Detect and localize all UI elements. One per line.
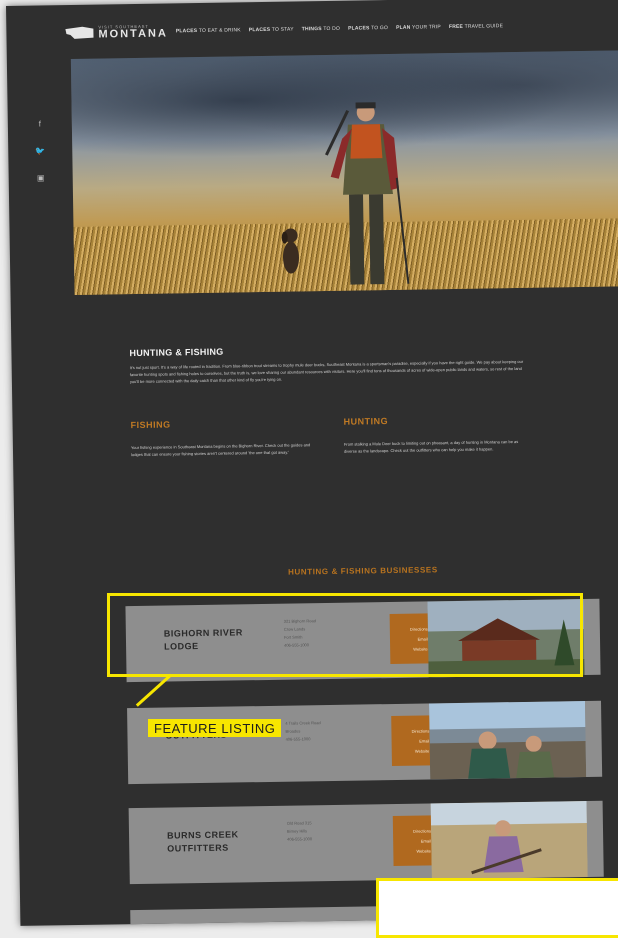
- menu-item-travel-guide[interactable]: FREE TRAVEL GUIDE: [449, 23, 503, 30]
- listing-card[interactable]: BURNS CREEK OUTFITTERS Old Road 315 Birney…: [128, 800, 604, 885]
- feature-listing-label: FEATURE LISTING: [148, 719, 282, 737]
- dog-figure: [281, 228, 299, 274]
- montana-map-icon: [64, 26, 94, 40]
- instagram-icon[interactable]: ▣: [36, 173, 46, 182]
- listing-address: Old Road 315 Birney Hills 406-555-1000: [286, 820, 313, 842]
- next-highlight-box: [376, 878, 618, 938]
- main-menu: PLACES TO EAT & DRINK PLACES TO STAY THI…: [176, 23, 503, 34]
- feature-listing-highlight: [107, 593, 583, 677]
- menu-item-things-to-do[interactable]: THINGS TO DO: [302, 26, 340, 33]
- menu-item-places-to-go[interactable]: PLACES TO GO: [348, 25, 388, 32]
- fishing-heading: FISHING: [130, 419, 171, 431]
- facebook-icon[interactable]: f: [35, 119, 45, 128]
- site-header: VISIT SOUTHEAST MONTANA PLACES TO EAT & …: [64, 10, 618, 47]
- website-page: VISIT SOUTHEAST MONTANA PLACES TO EAT & …: [6, 0, 618, 926]
- social-links: f 🐦 ▣: [35, 119, 46, 182]
- twitter-icon[interactable]: 🐦: [35, 146, 45, 155]
- hunting-paragraph: From stalking a Mule Deer buck to limiti…: [343, 439, 519, 454]
- site-logo[interactable]: VISIT SOUTHEAST MONTANA: [64, 23, 168, 41]
- hunter-photo: [430, 800, 588, 880]
- outfitter-photo: [429, 700, 587, 780]
- activity-columns: FISHING Your fishing experience in South…: [131, 414, 532, 458]
- businesses-heading: HUNTING & FISHING BUSINESSES: [287, 565, 438, 577]
- fishing-column: FISHING Your fishing experience in South…: [131, 417, 319, 458]
- hero-image: [70, 50, 618, 295]
- intro-section: HUNTING & FISHING It's not just sport. I…: [129, 342, 530, 385]
- hunter-figure: [325, 102, 410, 285]
- hunting-column: HUNTING From stalking a Mule Deer buck t…: [343, 414, 531, 455]
- menu-item-stay[interactable]: PLACES TO STAY: [249, 26, 294, 33]
- fishing-paragraph: Your fishing experience in Southeast Mon…: [130, 442, 311, 458]
- listing-name[interactable]: BURNS CREEK OUTFITTERS: [167, 828, 277, 856]
- section-heading: HUNTING & FISHING: [129, 346, 224, 359]
- menu-item-plan-trip[interactable]: PLAN YOUR TRIP: [396, 24, 441, 31]
- menu-item-eat-drink[interactable]: PLACES TO EAT & DRINK: [176, 27, 241, 34]
- hunting-heading: HUNTING: [343, 416, 389, 427]
- intro-paragraph: It's not just sport. It's a way of life …: [129, 358, 524, 385]
- logo-wordmark: MONTANA: [98, 26, 168, 41]
- listing-address: 4 Trails Creek Road Broadus 406-555-1000: [285, 720, 321, 742]
- listing-card[interactable]: OUTFITTERS 4 Trails Creek RoadBroadus 40…: [127, 700, 603, 785]
